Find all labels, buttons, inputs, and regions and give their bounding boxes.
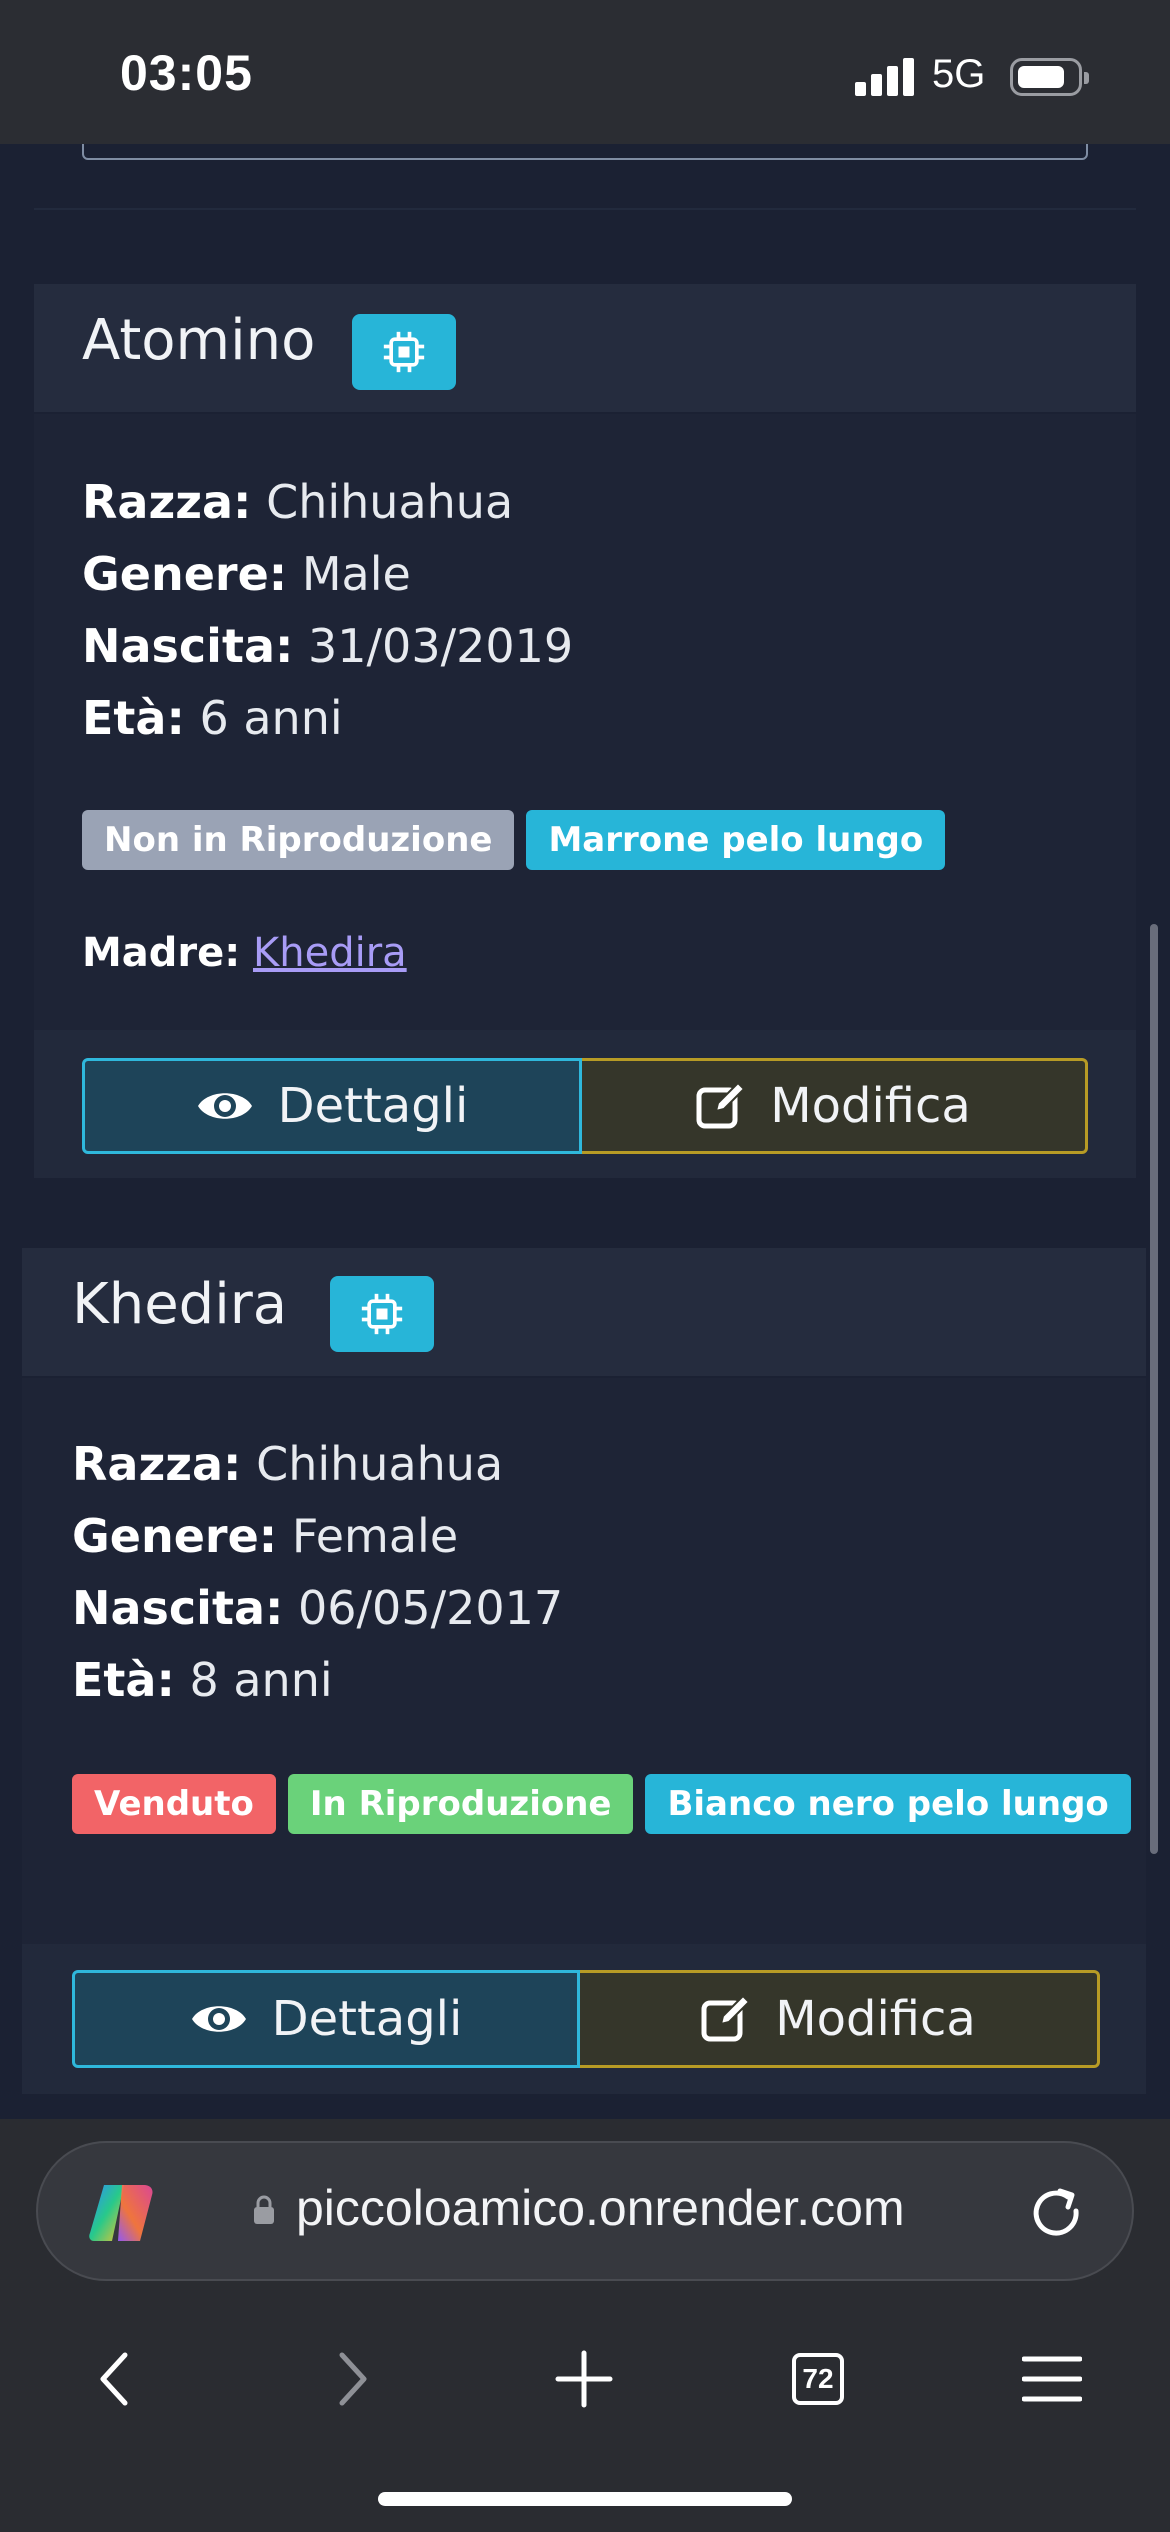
page-content: Atomino Razza: Chihuahua Genere: Male Na… [0,144,1170,2119]
menu-button[interactable] [1002,2329,1102,2429]
info-value: 31/03/2019 [308,619,574,673]
reload-icon[interactable] [1024,2181,1088,2245]
action-buttons: Dettagli Modifica [72,1970,1100,2068]
info-label: Genere: [72,1509,278,1563]
home-indicator [378,2492,792,2506]
network-label: 5G [932,52,986,96]
back-icon [100,2352,128,2406]
scrollbar[interactable] [1150,924,1158,1854]
tag-list: Venduto In Riproduzione Bianco nero pelo… [72,1774,1131,1834]
dog-name: Atomino [82,308,316,373]
info-value: Chihuahua [256,1437,504,1491]
card-footer: Dettagli Modifica [34,1030,1136,1178]
new-tab-button[interactable] [534,2329,634,2429]
gender-row: Genere: Female [72,1500,563,1572]
signal-icon [855,58,915,96]
edit-icon [696,1081,746,1129]
mother-row: Madre: Khedira [82,930,407,976]
info-label: Età: [82,691,185,745]
coat-badge: Marrone pelo lungo [526,810,946,870]
copilot-icon[interactable] [86,2181,156,2245]
details-label: Dettagli [277,1078,469,1134]
age-row: Età: 8 anni [72,1644,563,1716]
edit-label: Modifica [770,1078,971,1134]
back-button[interactable] [65,2329,165,2429]
info-label: Genere: [82,547,288,601]
dog-card: Atomino Razza: Chihuahua Genere: Male Na… [34,284,1136,1178]
dog-name: Khedira [72,1272,288,1337]
action-buttons: Dettagli Modifica [82,1058,1088,1154]
info-label: Razza: [82,475,252,529]
age-row: Età: 6 anni [82,682,573,754]
previous-input-field[interactable] [82,144,1088,160]
tabs-button[interactable]: 72 [768,2329,868,2429]
mother-label: Madre: [82,930,241,976]
info-label: Razza: [72,1437,242,1491]
edit-button[interactable]: Modifica [582,1058,1088,1154]
eye-icon [191,2006,246,2032]
card-header: Khedira [22,1248,1146,1378]
card-header: Atomino [34,284,1136,414]
url-text[interactable]: piccoloamico.onrender.com [296,2179,905,2237]
sold-badge: Venduto [72,1774,276,1834]
info-value: 6 anni [199,691,343,745]
details-button[interactable]: Dettagli [82,1058,582,1154]
info-value: Chihuahua [266,475,514,529]
forward-button[interactable] [302,2329,402,2429]
status-badge: In Riproduzione [287,1774,634,1834]
edit-icon [701,1994,751,2042]
info-value: 8 anni [189,1653,333,1707]
details-label: Dettagli [271,1991,463,2047]
info-label: Nascita: [82,619,294,673]
microchip-icon [361,1293,403,1335]
card-footer: Dettagli Modifica [22,1944,1146,2094]
tag-list: Non in Riproduzione Marrone pelo lungo [82,810,946,870]
breed-row: Razza: Chihuahua [72,1428,563,1500]
address-bar[interactable]: piccoloamico.onrender.com [36,2141,1134,2281]
info-label: Età: [72,1653,175,1707]
edit-label: Modifica [775,1991,976,2047]
breed-row: Razza: Chihuahua [82,466,573,538]
status-bar: 03:05 5G [0,0,1170,144]
edit-button[interactable]: Modifica [580,1970,1100,2068]
status-badge: Non in Riproduzione [82,810,515,870]
eye-icon [197,1093,252,1119]
dog-info: Razza: Chihuahua Genere: Male Nascita: 3… [82,466,573,754]
browser-toolbar: piccoloamico.onrender.com 72 [0,2119,1170,2532]
info-value: Male [301,547,411,601]
gender-row: Genere: Male [82,538,573,610]
birth-row: Nascita: 31/03/2019 [82,610,573,682]
battery-icon [1010,58,1089,96]
info-value: 06/05/2017 [298,1581,564,1635]
birth-row: Nascita: 06/05/2017 [72,1572,563,1644]
dog-info: Razza: Chihuahua Genere: Female Nascita:… [72,1428,563,1716]
new-tab-icon [555,2350,613,2408]
status-time: 03:05 [120,45,253,101]
microchip-badge [352,314,456,390]
lock-icon [254,2195,274,2224]
details-button[interactable]: Dettagli [72,1970,580,2068]
forward-icon [339,2352,367,2406]
browser-nav-row: 72 [0,2329,1170,2429]
divider [34,208,1136,210]
info-value: Female [291,1509,459,1563]
menu-icon [1022,2356,1082,2402]
tabs-icon: 72 [792,2353,844,2405]
info-label: Nascita: [72,1581,284,1635]
coat-badge: Bianco nero pelo lungo [645,1774,1131,1834]
dog-card: Khedira Razza: Chihuahua Genere: Female … [22,1248,1146,2094]
microchip-badge [330,1276,434,1352]
mother-link[interactable]: Khedira [253,930,407,976]
microchip-icon [383,331,425,373]
